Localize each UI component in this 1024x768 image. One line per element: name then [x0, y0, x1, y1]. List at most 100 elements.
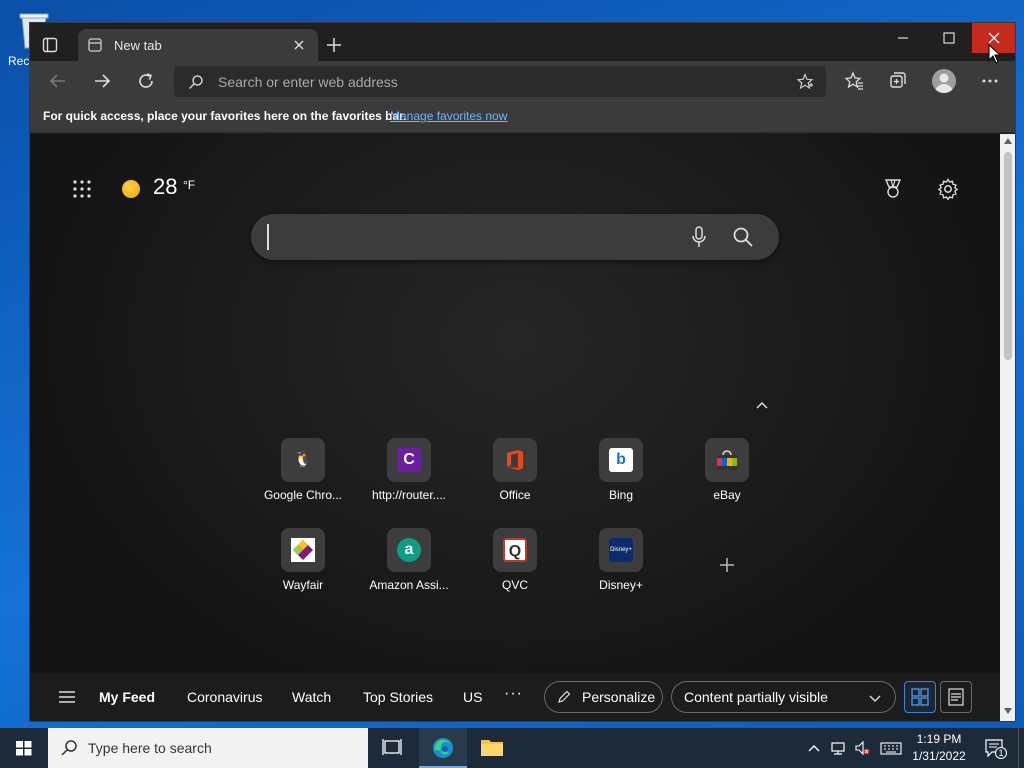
add-quick-link-icon[interactable]: [707, 545, 747, 585]
feed-tab-us[interactable]: US: [463, 689, 482, 705]
gear-icon[interactable]: [937, 178, 959, 201]
rewards-medal-icon[interactable]: [882, 178, 904, 200]
collections-icon[interactable]: [888, 71, 908, 91]
scrollbar-thumb[interactable]: [1004, 152, 1012, 360]
search-icon: [60, 739, 78, 757]
bing-icon: b: [609, 448, 633, 472]
grid-view-button[interactable]: [904, 681, 936, 713]
web-search-input[interactable]: [267, 224, 667, 250]
search-icon: [188, 74, 204, 90]
taskbar-search-box[interactable]: Type here to search: [48, 728, 368, 768]
edge-taskbar-button[interactable]: [419, 728, 467, 768]
file-explorer-button[interactable]: [468, 728, 516, 768]
quick-link-label: QVC: [501, 578, 528, 592]
tab-new-tab[interactable]: New tab: [78, 29, 318, 61]
feed-tab-my-feed[interactable]: My Feed: [99, 689, 155, 705]
quick-link-tile: a: [387, 528, 431, 572]
address-bar[interactable]: [174, 66, 826, 97]
ebay-bag-icon: [715, 448, 739, 472]
wayfair-icon: [291, 538, 315, 562]
quick-link-tile: [281, 528, 325, 572]
quick-link-bing[interactable]: b Bing: [576, 438, 666, 518]
web-search-box[interactable]: [251, 214, 779, 260]
page-scrollbar[interactable]: [1000, 134, 1015, 721]
router-c-icon: C: [397, 448, 421, 472]
forward-arrow-icon[interactable]: [92, 71, 112, 91]
feed-tab-watch[interactable]: Watch: [292, 689, 331, 705]
quick-link-label: http://router....: [371, 488, 447, 502]
recycle-bin-label[interactable]: Rec: [8, 54, 29, 68]
feed-tab-coronavirus[interactable]: Coronavirus: [187, 689, 262, 705]
chevron-up-icon[interactable]: [806, 740, 822, 756]
back-arrow-icon[interactable]: [48, 71, 68, 91]
start-button[interactable]: [0, 728, 48, 768]
weather-temperature[interactable]: 28: [153, 174, 177, 200]
clock-date: 1/31/2022: [912, 749, 966, 763]
network-icon[interactable]: [830, 740, 846, 756]
close-tab-icon[interactable]: [292, 38, 306, 52]
quick-link-tile: Q: [493, 528, 537, 572]
hamburger-menu-icon[interactable]: [58, 690, 76, 704]
manage-favorites-link[interactable]: Manage favorites now: [390, 109, 507, 123]
quick-link-disney-plus[interactable]: Disney+ Disney+: [576, 528, 666, 608]
address-input[interactable]: [218, 72, 758, 92]
quick-link-label: Amazon Assi...: [369, 578, 449, 592]
task-view-button[interactable]: [368, 728, 416, 768]
navigation-toolbar: [30, 61, 1015, 101]
show-desktop-button[interactable]: [1018, 728, 1024, 768]
quick-link-label: Wayfair: [282, 578, 324, 592]
weather-unit: °F: [183, 178, 196, 192]
quick-link-ebay[interactable]: eBay: [682, 438, 772, 518]
favorites-icon[interactable]: [844, 71, 864, 91]
personalize-button[interactable]: Personalize: [544, 681, 663, 713]
quick-link-label: Office: [499, 488, 531, 502]
quick-link-qvc[interactable]: Q QVC: [470, 528, 560, 608]
volume-muted-icon[interactable]: [854, 740, 870, 756]
scroll-down-arrow-icon[interactable]: [1004, 708, 1012, 714]
more-options-icon[interactable]: [980, 71, 1000, 91]
quick-link-google-chrome[interactable]: 🐧 Google Chro...: [258, 438, 348, 518]
sun-weather-icon[interactable]: [122, 180, 140, 198]
penguin-icon: 🐧: [293, 451, 313, 468]
clock-time: 1:19 PM: [916, 732, 962, 746]
microphone-icon[interactable]: [689, 226, 709, 248]
chevron-up-icon[interactable]: [754, 397, 770, 413]
tab-title: New tab: [114, 38, 162, 53]
content-visibility-dropdown[interactable]: Content partially visible: [671, 681, 896, 713]
profile-avatar[interactable]: [932, 69, 956, 93]
system-clock[interactable]: 1:19 PM 1/31/2022: [906, 731, 972, 765]
new-tab-button[interactable]: [326, 37, 342, 53]
quick-link-office[interactable]: Office: [470, 438, 560, 518]
list-view-button[interactable]: [940, 681, 972, 713]
notification-center-icon[interactable]: 1: [984, 738, 1007, 759]
content-visibility-value: Content partially visible: [684, 689, 828, 705]
tab-actions-icon[interactable]: [42, 37, 58, 53]
quick-link-label: Bing: [608, 488, 634, 502]
refresh-icon[interactable]: [136, 71, 156, 91]
pencil-icon: [557, 690, 571, 704]
feed-navigation-bar: My Feed Coronavirus Watch Top Stories US…: [30, 673, 1000, 721]
quick-link-label: Disney+: [599, 578, 643, 592]
app-launcher-icon[interactable]: [72, 179, 92, 199]
keyboard-icon[interactable]: [880, 740, 902, 756]
quick-link-wayfair[interactable]: Wayfair: [258, 528, 348, 608]
personalize-label: Personalize: [582, 689, 656, 705]
quick-link-tile: C: [387, 438, 431, 482]
maximize-button[interactable]: [926, 23, 972, 53]
mouse-cursor-icon: [988, 43, 1002, 64]
quick-link-tile: b: [599, 438, 643, 482]
taskbar: Type here to search 1:19 PM 1/31/2022 1: [0, 728, 1024, 768]
browser-window: New tab Search or enter web address For …: [29, 22, 1016, 722]
feed-more-button[interactable]: ···: [504, 685, 523, 703]
add-favorite-star-icon[interactable]: [796, 72, 814, 91]
scroll-up-arrow-icon[interactable]: [1004, 138, 1012, 144]
taskbar-search-placeholder: Type here to search: [88, 740, 212, 756]
quick-link-amazon-assistant[interactable]: a Amazon Assi...: [364, 528, 454, 608]
office-icon: [503, 448, 527, 472]
search-icon[interactable]: [732, 226, 754, 248]
quick-link-router[interactable]: C http://router....: [364, 438, 454, 518]
minimize-button[interactable]: [880, 23, 926, 53]
feed-tab-top-stories[interactable]: Top Stories: [363, 689, 433, 705]
quick-link-label: eBay: [713, 488, 741, 502]
chevron-down-icon: [868, 691, 882, 705]
